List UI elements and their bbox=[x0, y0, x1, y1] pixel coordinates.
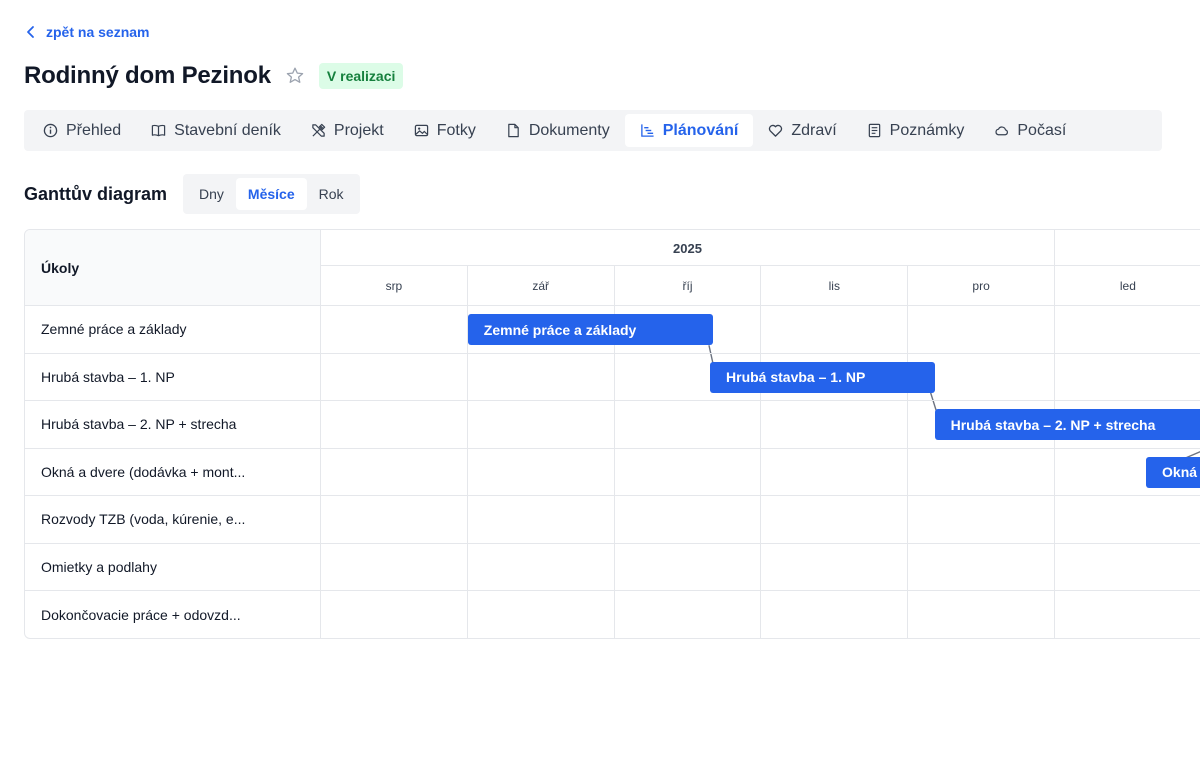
task-row[interactable]: Omietky a podlahy bbox=[25, 544, 320, 591]
month-label: pro bbox=[908, 266, 1055, 306]
gantt-bar[interactable]: Hrubá stavba – 2. NP + strecha bbox=[934, 409, 1200, 441]
file-icon bbox=[508, 123, 519, 138]
chart-icon bbox=[640, 124, 654, 137]
tab-label: Přehled bbox=[66, 121, 122, 139]
grid-line bbox=[760, 306, 762, 638]
tab-label: Dokumenty bbox=[528, 121, 610, 139]
back-to-list-link[interactable]: zpět na seznam bbox=[24, 24, 149, 40]
grid-line bbox=[321, 352, 1200, 354]
gantt-chart: Úkoly Zemné práce a základy Hrubá stavba… bbox=[24, 229, 1200, 639]
month-label: zář bbox=[468, 266, 615, 306]
grid-line bbox=[466, 306, 468, 638]
info-icon bbox=[43, 123, 58, 138]
image-icon bbox=[414, 124, 428, 137]
chevron-left-icon bbox=[27, 26, 34, 38]
grid-line bbox=[321, 590, 1200, 591]
tab-label: Počasí bbox=[1017, 121, 1067, 139]
gantt-timeline: 2025 srp zář říj lis pro led Zemné práce a zá… bbox=[321, 230, 1200, 638]
cloud-icon bbox=[995, 126, 1009, 136]
tab-prehled[interactable]: Přehled bbox=[28, 114, 136, 147]
tab-label: Stavební deník bbox=[174, 121, 281, 139]
grid-line bbox=[321, 542, 1200, 544]
month-label: led bbox=[1055, 266, 1200, 306]
tab-label: Zdraví bbox=[791, 121, 837, 139]
tab-label: Plánování bbox=[662, 121, 739, 139]
tab-planovani[interactable]: Plánování bbox=[624, 114, 754, 147]
task-row[interactable]: Hrubá stavba – 2. NP + strecha bbox=[25, 401, 320, 449]
grid-line bbox=[1054, 306, 1055, 638]
grid-line bbox=[907, 306, 909, 638]
task-row[interactable]: Zemné práce a základy bbox=[25, 306, 320, 354]
tab-stavebni-denik[interactable]: Stavební deník bbox=[136, 114, 296, 147]
tab-fotky[interactable]: Fotky bbox=[399, 114, 491, 147]
view-months-button[interactable]: Měsíce bbox=[235, 178, 307, 210]
tools-icon bbox=[312, 123, 326, 137]
heart-icon bbox=[769, 124, 783, 137]
grid-line bbox=[321, 495, 1200, 496]
tasks-header: Úkoly bbox=[25, 230, 321, 306]
gantt-title: Ganttův diagram bbox=[24, 184, 168, 204]
tab-pocasi[interactable]: Počasí bbox=[979, 114, 1081, 147]
year-label: 2025 bbox=[321, 230, 1055, 266]
back-label: zpět na seznam bbox=[46, 24, 150, 40]
grid-line bbox=[321, 447, 1200, 449]
view-year-button[interactable]: Rok bbox=[307, 178, 356, 210]
tab-poznamky[interactable]: Poznámky bbox=[852, 114, 980, 147]
tab-label: Fotky bbox=[436, 121, 476, 139]
month-label: říj bbox=[615, 266, 762, 306]
view-switcher: Dny Měsíce Rok bbox=[183, 174, 360, 214]
status-badge: V realizaci bbox=[318, 63, 404, 89]
task-row[interactable]: Hrubá stavba – 1. NP bbox=[25, 354, 320, 401]
task-row[interactable]: Okná a dvere (dodávka + mont... bbox=[25, 449, 320, 496]
task-list: Zemné práce a základy Hrubá stavba – 1. … bbox=[25, 306, 321, 638]
grid-line bbox=[613, 306, 615, 638]
project-tabs: Přehled Stavební deník Projekt Fotky Dok… bbox=[24, 110, 1162, 151]
month-label: lis bbox=[761, 266, 909, 306]
gantt-bar[interactable]: Okná a dvere bbox=[1146, 456, 1200, 488]
view-days-button[interactable]: Dny bbox=[187, 178, 236, 210]
task-row[interactable]: Rozvody TZB (voda, kúrenie, e... bbox=[25, 496, 320, 544]
year-header: 2025 bbox=[321, 230, 1200, 266]
tab-dokumenty[interactable]: Dokumenty bbox=[491, 114, 625, 147]
month-label: srp bbox=[321, 266, 468, 306]
tab-zdravi[interactable]: Zdraví bbox=[753, 114, 851, 147]
tab-label: Projekt bbox=[333, 121, 384, 139]
gantt-bar[interactable]: Zemné práce a základy bbox=[467, 314, 713, 346]
project-header: Rodinný dom Pezinok V realizaci bbox=[24, 60, 404, 92]
page-title: Rodinný dom Pezinok bbox=[24, 62, 271, 89]
month-header: srp zář říj lis pro led bbox=[321, 266, 1200, 306]
tab-label: Poznámky bbox=[889, 121, 965, 139]
gantt-grid: Zemné práce a základy Hrubá stavba – 1. N… bbox=[321, 306, 1200, 638]
tab-projekt[interactable]: Projekt bbox=[296, 114, 399, 147]
star-icon[interactable] bbox=[285, 66, 305, 86]
book-icon bbox=[151, 124, 166, 137]
task-row[interactable]: Dokončovacie práce + odovzd... bbox=[25, 591, 320, 638]
notes-icon bbox=[868, 123, 880, 138]
gantt-bar[interactable]: Hrubá stavba – 1. NP bbox=[710, 361, 935, 393]
grid-line bbox=[321, 400, 1200, 401]
